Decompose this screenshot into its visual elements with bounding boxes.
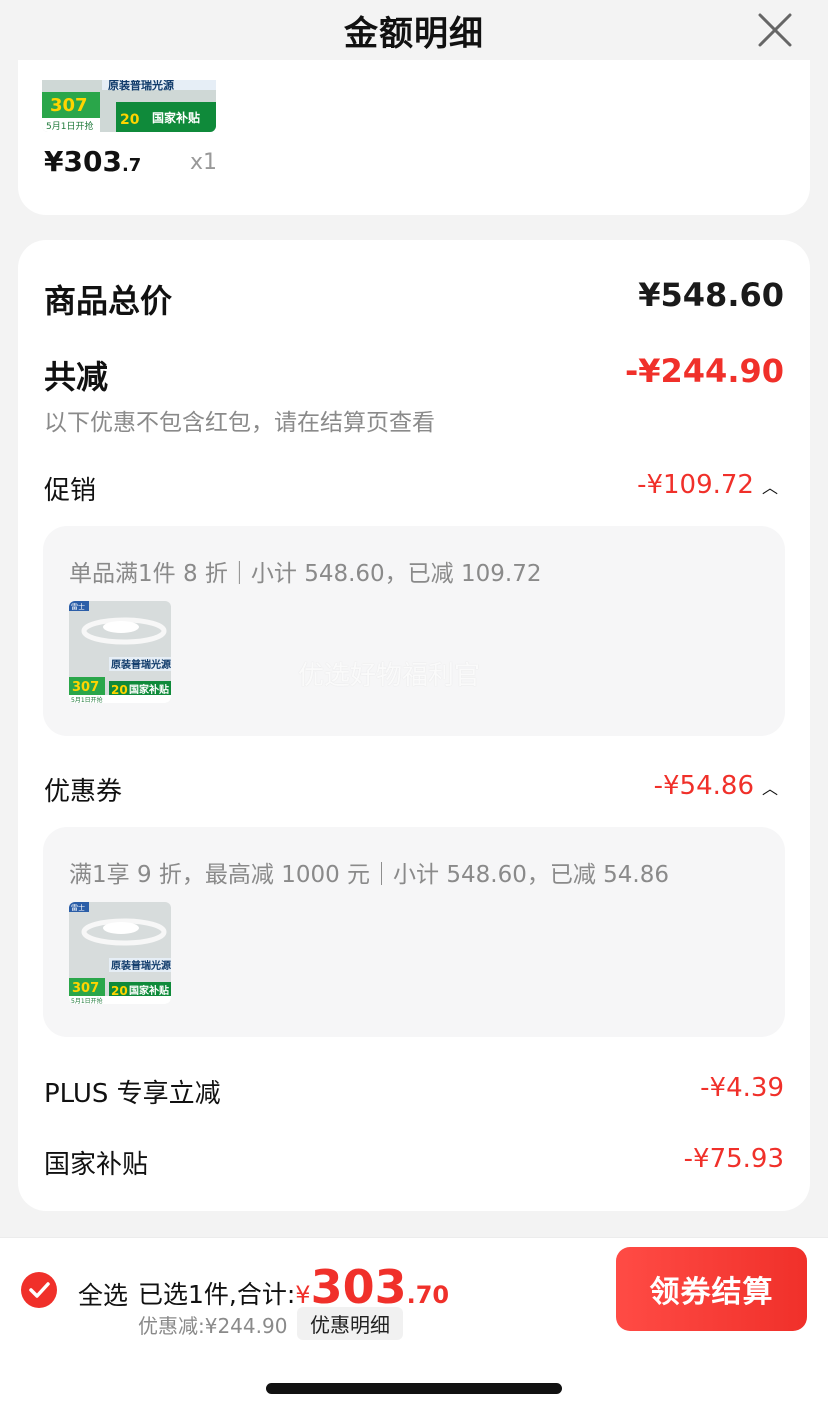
selected-text: 已选1件,合计:	[138, 1280, 296, 1309]
chevron-up-icon: ︿	[761, 778, 778, 798]
coupon-detail: 满1享 9 折，最高减 1000 元｜小计 548.60，已减 54.86 雷士…	[43, 827, 785, 1037]
discount-note: 以下优惠不包含红包，请在结算页查看	[44, 410, 435, 436]
coupon-label: 优惠券	[44, 777, 123, 807]
coupon-value: -¥54.86	[653, 771, 754, 801]
page-title: 金额明细	[344, 14, 484, 54]
promotion-product-thumbnail[interactable]: 雷士 原装普瑞光源 307 20 国家补贴 5月1日开抢	[69, 601, 171, 703]
coupon-toggle[interactable]: -¥54.86 ︿	[654, 771, 778, 801]
select-all-label[interactable]: 全选	[78, 1276, 128, 1312]
checkout-button[interactable]: 领券结算	[616, 1247, 807, 1331]
total-value: ¥548.60	[638, 276, 784, 314]
plus-label: PLUS 专享立减	[44, 1079, 221, 1109]
product-price-dec: .7	[121, 155, 142, 176]
promotion-detail: 单品满1件 8 折｜小计 548.60，已减 109.72 雷士 原装普瑞光源 …	[43, 526, 785, 736]
subsidy-label: 国家补贴	[44, 1150, 149, 1180]
product-image: 雷士 原装普瑞光源 307 20 国家补贴 5月1日开抢	[69, 601, 171, 703]
total-currency: ¥	[295, 1281, 311, 1309]
total-amount-int: 303	[310, 1260, 407, 1314]
product-tag: 307	[72, 680, 99, 695]
promotion-label: 促销	[44, 476, 97, 506]
promotion-detail-text: 单品满1件 8 折｜小计 548.60，已减 109.72	[69, 561, 542, 587]
reduce-value: -¥244.90	[624, 352, 784, 390]
subsidy-value: -¥75.93	[683, 1144, 784, 1174]
close-icon[interactable]	[756, 11, 794, 49]
product-date-badge: 5月1日开抢	[71, 696, 103, 703]
check-icon[interactable]	[21, 1272, 57, 1308]
chevron-up-icon: ︿	[761, 477, 778, 497]
coupon-detail-text: 满1享 9 折，最高减 1000 元｜小计 548.60，已减 54.86	[69, 862, 669, 888]
product-image: 原装普瑞光源 307 5月1日开抢 20 国家补贴	[42, 80, 216, 132]
product-subsidy-text: 国家补贴	[129, 984, 169, 997]
product-tag: 307	[50, 95, 88, 116]
product-brand: 雷士	[71, 602, 85, 611]
total-amount-dec: .70	[406, 1281, 450, 1309]
product-subsidy-text: 国家补贴	[152, 110, 200, 125]
total-summary: 已选1件,合计:¥303.70	[138, 1260, 449, 1314]
promotion-value: -¥109.72	[637, 470, 754, 500]
product-thumbnail[interactable]: 原装普瑞光源 307 5月1日开抢 20 国家补贴	[42, 80, 216, 132]
product-num: 20	[111, 683, 128, 697]
product-num: 20	[111, 984, 128, 998]
product-top-text: 原装普瑞光源	[111, 959, 171, 972]
product-date-badge: 5月1日开抢	[71, 997, 103, 1004]
product-brand: 雷士	[71, 903, 85, 912]
watermark: 优选好物福利官	[298, 661, 481, 691]
total-label: 商品总价	[44, 282, 173, 320]
home-indicator	[266, 1383, 562, 1394]
coupon-product-thumbnail[interactable]: 雷士 原装普瑞光源 307 20 国家补贴 5月1日开抢	[69, 902, 171, 1004]
promotion-toggle[interactable]: -¥109.72 ︿	[637, 470, 778, 500]
product-num: 20	[120, 112, 140, 128]
product-price: ¥303.7	[44, 145, 141, 178]
product-top-text: 原装普瑞光源	[111, 658, 171, 671]
product-subsidy-text: 国家补贴	[129, 683, 169, 696]
discount-detail-button[interactable]: 优惠明细	[297, 1307, 403, 1340]
plus-value: -¥4.39	[700, 1073, 784, 1103]
product-image: 雷士 原装普瑞光源 307 20 国家补贴 5月1日开抢	[69, 902, 171, 1004]
product-quantity: x1	[190, 150, 218, 175]
product-price-int: ¥303	[44, 145, 122, 178]
product-date-badge: 5月1日开抢	[46, 120, 93, 132]
product-tag: 307	[72, 981, 99, 996]
reduce-label: 共减	[44, 358, 109, 396]
product-top-text: 原装普瑞光源	[108, 80, 174, 92]
discount-text: 优惠减:¥244.90	[138, 1314, 288, 1338]
